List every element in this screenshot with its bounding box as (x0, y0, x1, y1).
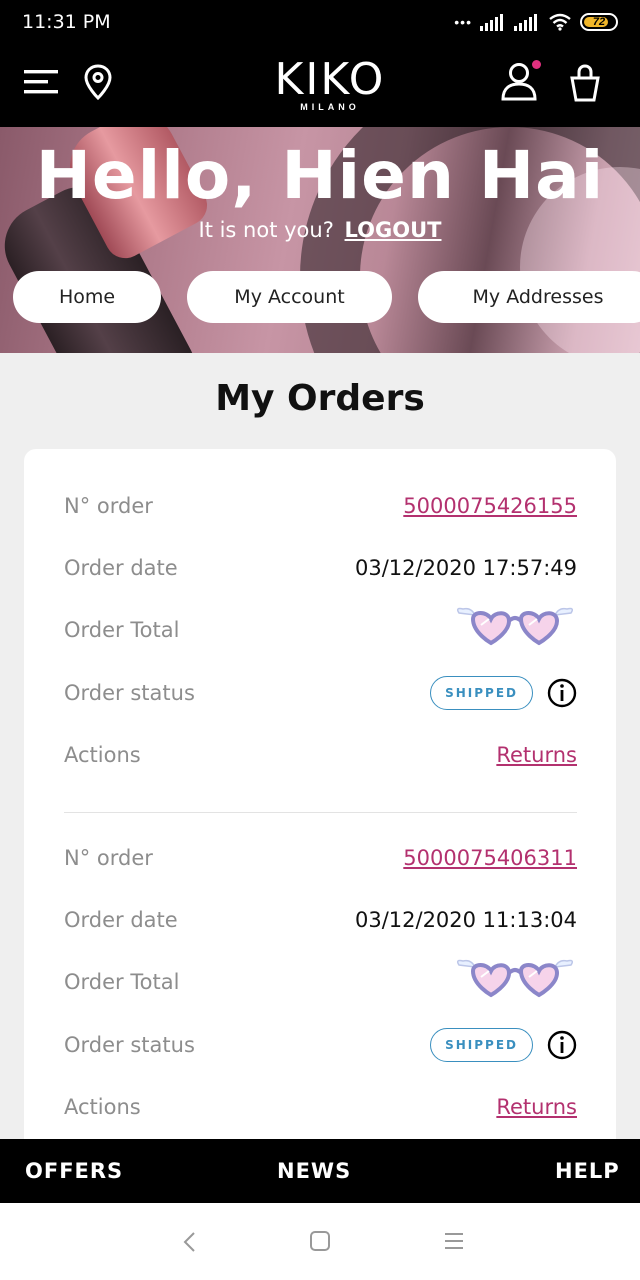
recents-menu-icon[interactable] (443, 1230, 465, 1252)
order-number-row: N° order 5000075406311 (64, 838, 577, 878)
orders-card: N° order 5000075426155 Order date 03/12/… (24, 449, 616, 1169)
status-badge: SHIPPED (430, 676, 533, 710)
heart-glasses-sticker-icon (456, 959, 574, 998)
home-icon[interactable] (309, 1230, 331, 1252)
footer-help-link[interactable]: HELP (555, 1159, 620, 1183)
hero-banner: Hello, Hien Hai It is not you? LOGOUT Ho… (0, 127, 640, 353)
status-badge: SHIPPED (430, 1028, 533, 1062)
order-status-label: Order status (64, 1033, 195, 1057)
signal-icon (480, 14, 503, 31)
status-bar: 11:31 PM ••• 72 (0, 0, 640, 44)
order-status-label: Order status (64, 681, 195, 705)
status-icons: ••• 72 (454, 12, 618, 32)
order-date-value: 03/12/2020 17:57:49 (354, 556, 577, 580)
system-nav-bar (0, 1203, 640, 1280)
returns-link[interactable]: Returns (496, 743, 577, 767)
order-total-label: Order Total (64, 970, 180, 994)
heart-glasses-sticker-icon (456, 607, 574, 646)
order-number-label: N° order (64, 494, 153, 518)
location-pin-icon[interactable] (84, 64, 112, 100)
user-icon[interactable] (500, 62, 538, 102)
back-icon[interactable] (180, 1230, 200, 1254)
info-icon[interactable] (547, 678, 577, 708)
not-you-line: It is not you? LOGOUT (0, 218, 640, 242)
battery-icon: 72 (580, 13, 618, 31)
order-total-label: Order Total (64, 618, 180, 642)
order-actions-row: Actions Returns (64, 735, 577, 775)
returns-link[interactable]: Returns (496, 1095, 577, 1119)
logo-brand: KIKO (274, 54, 386, 105)
nav-pill-home[interactable]: Home (13, 271, 161, 323)
order-number-link[interactable]: 5000075406311 (403, 846, 577, 870)
order-date-label: Order date (64, 556, 178, 580)
nav-pill-my-addresses[interactable]: My Addresses (418, 271, 640, 323)
more-dots-icon: ••• (454, 14, 472, 30)
footer-offers-link[interactable]: OFFERS (25, 1159, 123, 1183)
actions-label: Actions (64, 743, 141, 767)
order-date-value: 03/12/2020 11:13:04 (354, 908, 577, 932)
notification-dot (532, 60, 541, 69)
order-total-row: Order Total (64, 959, 577, 1002)
order-number-label: N° order (64, 846, 153, 870)
app-header: KIKO MILANO (0, 44, 640, 127)
shopping-bag-icon[interactable] (568, 64, 602, 102)
actions-label: Actions (64, 1095, 141, 1119)
wifi-icon (549, 13, 571, 31)
footer-nav: OFFERS NEWS HELP (0, 1139, 640, 1203)
greeting-title: Hello, Hien Hai (35, 137, 605, 214)
order-number-link[interactable]: 5000075426155 (403, 494, 577, 518)
footer-news-link[interactable]: NEWS (277, 1159, 351, 1183)
signal-icon-2 (514, 14, 537, 31)
order-actions-row: Actions Returns (64, 1087, 577, 1127)
order-divider (64, 812, 577, 813)
order-status-row: Order status SHIPPED (64, 1025, 577, 1065)
order-date-row: Order date 03/12/2020 17:57:49 (64, 548, 577, 588)
clock: 11:31 PM (22, 11, 111, 33)
order-date-row: Order date 03/12/2020 11:13:04 (64, 900, 577, 940)
order-date-label: Order date (64, 908, 178, 932)
page-title: My Orders (215, 378, 425, 419)
nav-pill-my-account[interactable]: My Account (187, 271, 392, 323)
order-status-row: Order status SHIPPED (64, 673, 577, 713)
not-you-text: It is not you? (198, 218, 334, 242)
menu-icon[interactable] (24, 68, 58, 96)
order-number-row: N° order 5000075426155 (64, 486, 577, 526)
kiko-logo[interactable]: KIKO MILANO (258, 58, 402, 114)
order-total-row: Order Total (64, 607, 577, 650)
info-icon[interactable] (547, 1030, 577, 1060)
logout-link[interactable]: LOGOUT (345, 218, 442, 242)
